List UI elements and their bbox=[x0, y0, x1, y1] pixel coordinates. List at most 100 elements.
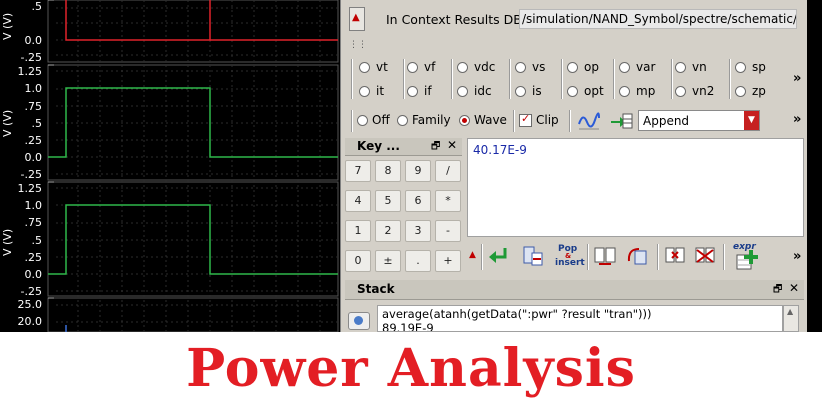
chevron-down-icon[interactable]: ▼ bbox=[744, 111, 759, 130]
signal-option-if[interactable]: if bbox=[407, 84, 432, 98]
stack-list[interactable]: average(atanh(getData(":pwr" ?result "tr… bbox=[377, 305, 783, 332]
mode-family-label: Family bbox=[412, 113, 451, 127]
panel-frame bbox=[47, 297, 339, 332]
signal-radio-it[interactable] bbox=[359, 86, 370, 97]
key-button[interactable]: 8 bbox=[375, 160, 401, 182]
close-icon[interactable]: ✕ bbox=[447, 138, 457, 152]
signal-option-vn[interactable]: vn bbox=[675, 60, 707, 74]
signal-radio-var[interactable] bbox=[619, 62, 630, 73]
up-arrow-icon: ▲ bbox=[352, 12, 360, 23]
signal-option-vdc[interactable]: vdc bbox=[457, 60, 495, 74]
waveform-plots[interactable] bbox=[0, 0, 340, 332]
signals-more-icon[interactable]: » bbox=[793, 71, 801, 86]
panel2-tick-2: .75 bbox=[24, 100, 43, 113]
key-button[interactable]: 1 bbox=[345, 220, 371, 242]
buffer-area[interactable]: 40.17E-9 bbox=[467, 138, 804, 237]
restore-icon[interactable]: 🗗 bbox=[773, 282, 782, 299]
panel1-tick-1: 0.0 bbox=[24, 34, 43, 47]
up-arrow-icon[interactable]: ▲ bbox=[469, 250, 476, 260]
pop-insert-button[interactable]: Pop & insert bbox=[555, 244, 585, 270]
swap-icon[interactable] bbox=[593, 245, 619, 269]
mode-family-option[interactable]: Family bbox=[397, 113, 451, 127]
delete-all-icon[interactable] bbox=[693, 245, 719, 269]
mode-wave-option[interactable]: Wave bbox=[459, 113, 507, 127]
signal-radio-sp[interactable] bbox=[735, 62, 746, 73]
delete-icon[interactable] bbox=[663, 245, 689, 269]
mode-off-radio[interactable] bbox=[357, 115, 368, 126]
append-select[interactable]: Append ▼ bbox=[638, 110, 760, 131]
enter-icon[interactable] bbox=[487, 245, 513, 269]
signal-radio-vs[interactable] bbox=[515, 62, 526, 73]
send-to-table-icon[interactable] bbox=[609, 111, 633, 134]
toolbar-grip[interactable]: ⋮⋮ bbox=[349, 41, 367, 50]
signal-option-mp[interactable]: mp bbox=[619, 84, 655, 98]
key-button[interactable]: 2 bbox=[375, 220, 401, 242]
signal-label: vdc bbox=[474, 60, 496, 74]
signal-radio-if[interactable] bbox=[407, 86, 418, 97]
stack-item[interactable]: average(atanh(getData(":pwr" ?result "tr… bbox=[382, 307, 652, 321]
panel4-tick-1: 20.0 bbox=[17, 315, 43, 328]
signal-label: opt bbox=[584, 84, 604, 98]
mode-wave-label: Wave bbox=[474, 113, 507, 127]
signal-radio-zp[interactable] bbox=[735, 86, 746, 97]
signal-option-it[interactable]: it bbox=[359, 84, 384, 98]
signal-radio-vt[interactable] bbox=[359, 62, 370, 73]
signal-option-vf[interactable]: vf bbox=[407, 60, 435, 74]
signal-option-idc[interactable]: idc bbox=[457, 84, 492, 98]
key-button[interactable]: 9 bbox=[405, 160, 431, 182]
key-button[interactable]: 5 bbox=[375, 190, 401, 212]
signal-option-opt[interactable]: opt bbox=[567, 84, 604, 98]
signal-option-zp[interactable]: zp bbox=[735, 84, 766, 98]
mode-more-icon[interactable]: » bbox=[793, 112, 801, 127]
scroll-up-icon[interactable]: ▲ bbox=[787, 307, 793, 316]
expression-editor-icon[interactable]: expr bbox=[731, 242, 761, 272]
clip-checkbox[interactable]: ✓ bbox=[519, 112, 532, 127]
signal-label: zp bbox=[752, 84, 766, 98]
signal-option-vn2[interactable]: vn2 bbox=[675, 84, 714, 98]
signal-option-op[interactable]: op bbox=[567, 60, 599, 74]
stack-panel: Stack 🗗 ✕ average(atanh(getData(":pwr" ?… bbox=[345, 280, 804, 332]
stack-item[interactable]: 89.19E-9 bbox=[382, 321, 434, 331]
signal-radio-vdc[interactable] bbox=[457, 62, 468, 73]
waveform-icon[interactable] bbox=[577, 110, 601, 135]
restore-icon[interactable]: 🗗 bbox=[431, 139, 440, 156]
signal-option-is[interactable]: is bbox=[515, 84, 542, 98]
signal-radio-vn2[interactable] bbox=[675, 86, 686, 97]
signal-radio-op[interactable] bbox=[567, 62, 578, 73]
panel4-tick-0: 25.0 bbox=[17, 298, 43, 311]
signal-radio-opt[interactable] bbox=[567, 86, 578, 97]
buffer-more-icon[interactable]: » bbox=[793, 249, 801, 264]
key-button[interactable]: 7 bbox=[345, 160, 371, 182]
signal-radio-mp[interactable] bbox=[619, 86, 630, 97]
close-icon[interactable]: ✕ bbox=[789, 281, 799, 295]
context-path-field[interactable]: /simulation/NAND_Symbol/spectre/schemati… bbox=[519, 9, 797, 29]
key-button[interactable]: / bbox=[435, 160, 461, 182]
key-button[interactable]: - bbox=[435, 220, 461, 242]
stack-scrollbar[interactable]: ▲ bbox=[783, 305, 799, 332]
mode-wave-radio[interactable] bbox=[459, 115, 470, 126]
circle-icon bbox=[354, 316, 363, 325]
context-toggle-button[interactable]: ▲ bbox=[349, 7, 365, 31]
signal-option-vt[interactable]: vt bbox=[359, 60, 388, 74]
key-button[interactable]: 4 bbox=[345, 190, 371, 212]
mode-off-option[interactable]: Off bbox=[357, 113, 390, 127]
signal-radio-vn[interactable] bbox=[675, 62, 686, 73]
mode-family-radio[interactable] bbox=[397, 115, 408, 126]
clip-option[interactable]: ✓ Clip bbox=[519, 112, 559, 127]
signal-radio-idc[interactable] bbox=[457, 86, 468, 97]
key-button[interactable]: 3 bbox=[405, 220, 431, 242]
context-path-text: /simulation/NAND_Symbol/spectre/schemati… bbox=[522, 12, 797, 26]
signal-radio-is[interactable] bbox=[515, 86, 526, 97]
key-button[interactable]: * bbox=[435, 190, 461, 212]
signal-option-vs[interactable]: vs bbox=[515, 60, 545, 74]
key-button[interactable]: 6 bbox=[405, 190, 431, 212]
signal-option-var[interactable]: var bbox=[619, 60, 655, 74]
panel3-tick-6: -.25 bbox=[20, 285, 42, 298]
signal-option-sp[interactable]: sp bbox=[735, 60, 766, 74]
signal-radio-vf[interactable] bbox=[407, 62, 418, 73]
keypad-title: Key ... bbox=[357, 139, 400, 153]
panel2-ylabel: V (V) bbox=[1, 109, 14, 137]
rotate-icon[interactable] bbox=[625, 245, 651, 269]
stack-select-button[interactable] bbox=[348, 312, 370, 330]
clear-stack-icon[interactable] bbox=[521, 245, 547, 269]
